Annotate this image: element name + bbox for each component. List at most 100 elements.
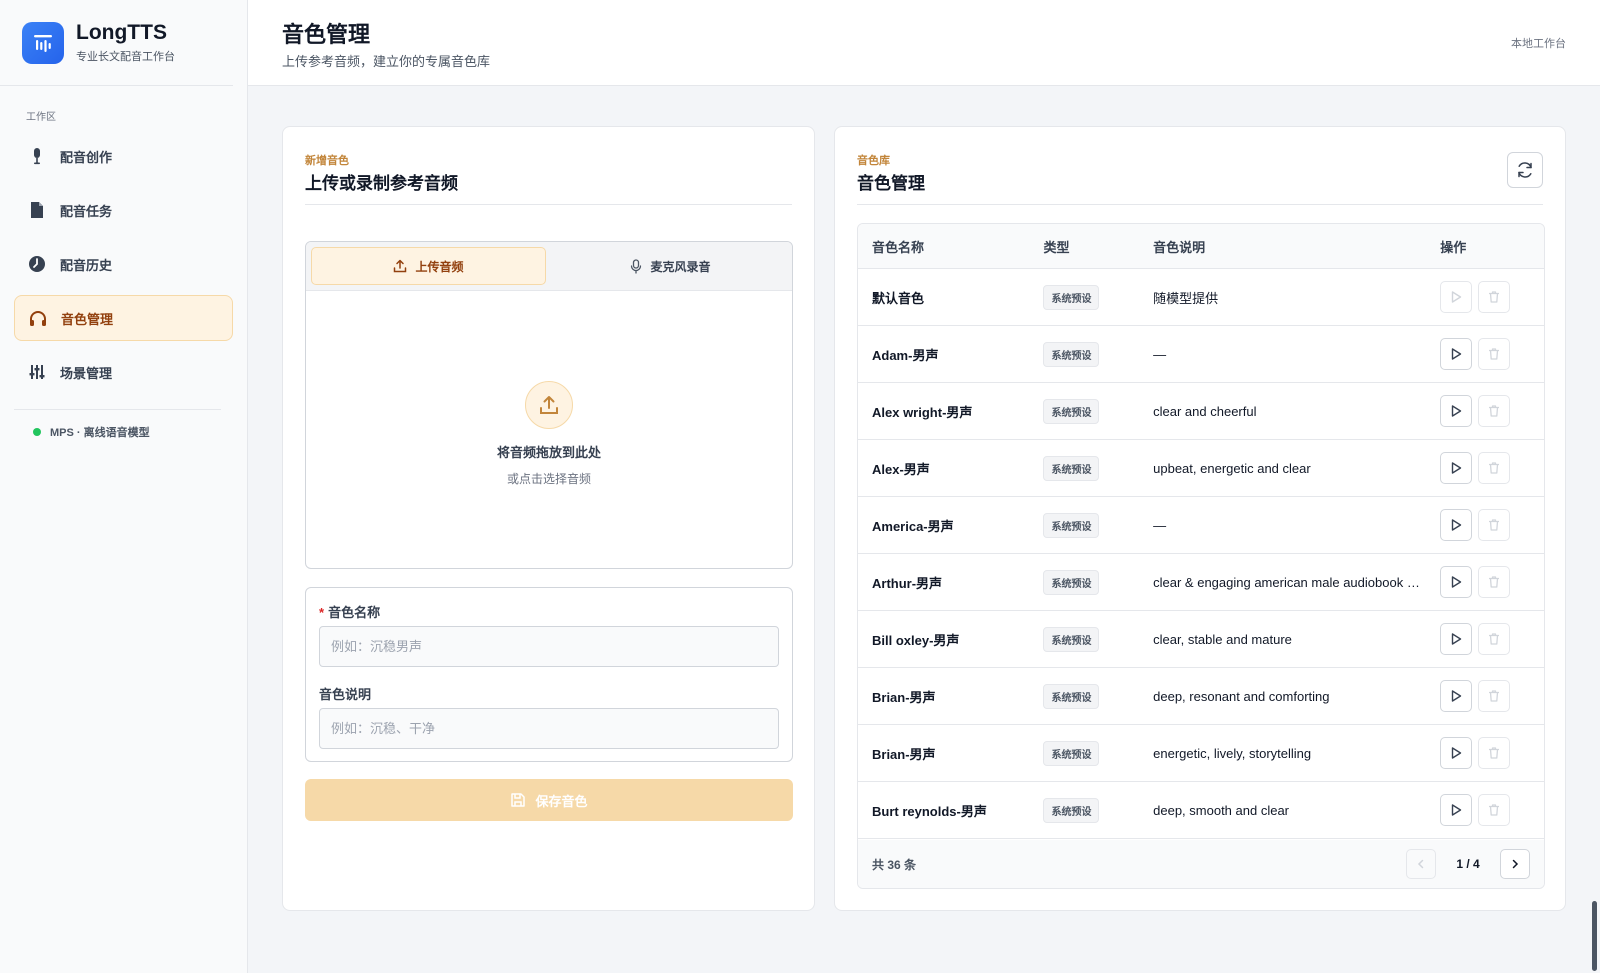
- page-scrollbar[interactable]: [1592, 901, 1597, 971]
- delete-button[interactable]: [1478, 566, 1511, 598]
- headphones-icon: [29, 309, 47, 327]
- delete-button[interactable]: [1478, 281, 1511, 313]
- voice-description: deep, smooth and clear: [1153, 802, 1290, 818]
- play-icon: [1452, 690, 1462, 702]
- play-button[interactable]: [1440, 680, 1473, 712]
- row-actions: [1440, 395, 1544, 427]
- sidebar: LongTTS 专业长文配音工作台 工作区 配音创作 配音任务 配音历史 音色管…: [0, 0, 248, 973]
- play-icon: [1452, 633, 1462, 645]
- refresh-button[interactable]: [1507, 152, 1543, 188]
- play-button[interactable]: [1440, 737, 1473, 769]
- play-button[interactable]: [1440, 452, 1473, 484]
- model-status: MPS · 离线语音模型: [33, 424, 247, 440]
- voice-desc-label: 音色说明: [319, 687, 372, 702]
- row-actions: [1440, 623, 1544, 655]
- tab-upload-audio[interactable]: 上传音频: [311, 247, 546, 285]
- model-status-text: MPS · 离线语音模型: [50, 427, 150, 439]
- table-row: Brian-男声 系统预设 energetic, lively, storytell…: [858, 725, 1544, 782]
- voice-name-input[interactable]: [319, 626, 779, 667]
- play-button[interactable]: [1440, 623, 1473, 655]
- voice-type: 系统预设: [1043, 626, 1153, 652]
- voice-description: clear, stable and mature: [1153, 631, 1292, 647]
- tab-microphone-record[interactable]: 麦克风录音: [554, 247, 787, 285]
- chevron-right-icon: [1512, 859, 1519, 869]
- sidebar-item-dubbing-tasks[interactable]: 配音任务: [14, 187, 233, 233]
- upload-icon: [394, 259, 407, 273]
- voice-description: —: [1153, 517, 1167, 533]
- delete-button[interactable]: [1478, 338, 1511, 370]
- play-button[interactable]: [1440, 281, 1473, 313]
- page-indicator: 1 / 4: [1456, 857, 1480, 871]
- sliders-icon: [28, 363, 46, 381]
- delete-button[interactable]: [1478, 395, 1511, 427]
- row-actions: [1440, 566, 1544, 598]
- voice-library-title: 音色管理: [857, 174, 925, 193]
- save-icon: [511, 793, 526, 807]
- new-voice-card: 新增音色 上传或录制参考音频 上传音频 麦克风录音 将音频拖放到此处 或点击选择…: [282, 126, 815, 911]
- sidebar-item-label: 场景管理: [60, 365, 113, 381]
- sidebar-item-scene-management[interactable]: 场景管理: [14, 349, 233, 395]
- trash-icon: [1489, 633, 1500, 645]
- table-row: Alex-男声 系统预设 upbeat, energetic and clear: [858, 440, 1544, 497]
- sidebar-item-dubbing-create[interactable]: 配音创作: [14, 133, 233, 179]
- row-actions: [1440, 281, 1544, 313]
- trash-icon: [1489, 804, 1500, 816]
- save-voice-button[interactable]: 保存音色: [305, 779, 793, 821]
- brand: LongTTS 专业长文配音工作台: [0, 0, 233, 86]
- next-page-button[interactable]: [1500, 849, 1530, 879]
- row-actions: [1440, 794, 1544, 826]
- required-mark: *: [319, 605, 325, 620]
- trash-icon: [1489, 462, 1500, 474]
- page-subtitle: 上传参考音频，建立你的专属音色库: [282, 54, 491, 69]
- voice-name: 默认音色: [872, 290, 925, 306]
- delete-button[interactable]: [1478, 737, 1511, 769]
- prev-page-button[interactable]: [1406, 849, 1436, 879]
- voice-library-card: 音色库 音色管理 音色名称 类型 音色说明 操作 默认音色 系统预设 随模型提供 Ad…: [834, 126, 1566, 911]
- voice-description: clear & engaging american male audiobook…: [1153, 574, 1441, 590]
- total-count: 共 36 条: [872, 857, 917, 872]
- play-icon: [1452, 519, 1462, 531]
- page-title: 音色管理: [282, 22, 371, 47]
- column-header-description: 音色说明: [1153, 239, 1206, 255]
- delete-button[interactable]: [1478, 680, 1511, 712]
- row-actions: [1440, 338, 1544, 370]
- table-row: America-男声 系统预设 —: [858, 497, 1544, 554]
- voice-name: Alex wright-男声: [872, 404, 973, 420]
- clock-icon: [28, 255, 46, 273]
- chevron-left-icon: [1417, 859, 1424, 869]
- play-button[interactable]: [1440, 509, 1473, 541]
- microphone-icon: [28, 147, 46, 165]
- divider: [305, 204, 792, 205]
- delete-button[interactable]: [1478, 623, 1511, 655]
- voice-name-label-text: 音色名称: [328, 605, 381, 620]
- voice-table: 音色名称 类型 音色说明 操作 默认音色 系统预设 随模型提供 Adam-男声 系统预设…: [857, 223, 1545, 889]
- play-icon: [1452, 462, 1462, 474]
- workspace-label: 本地工作台: [1511, 38, 1566, 50]
- play-button[interactable]: [1440, 338, 1473, 370]
- document-icon: [28, 201, 46, 219]
- type-badge: 系统预设: [1043, 512, 1100, 538]
- table-row: 默认音色 系统预设 随模型提供: [858, 269, 1544, 326]
- trash-icon: [1489, 405, 1500, 417]
- voice-type: 系统预设: [1043, 797, 1153, 823]
- voice-desc-input[interactable]: [319, 708, 779, 749]
- audio-source-panel: 上传音频 麦克风录音 将音频拖放到此处 或点击选择音频: [305, 241, 793, 569]
- brand-title: LongTTS: [76, 21, 167, 44]
- delete-button[interactable]: [1478, 452, 1511, 484]
- sidebar-item-voice-management[interactable]: 音色管理: [14, 295, 233, 341]
- delete-button[interactable]: [1478, 509, 1511, 541]
- sidebar-item-label: 音色管理: [61, 311, 114, 327]
- play-button[interactable]: [1440, 794, 1473, 826]
- sidebar-section-label: 工作区: [26, 112, 56, 123]
- column-header-type: 类型: [1043, 239, 1070, 255]
- voice-type: 系统预设: [1043, 455, 1153, 481]
- delete-button[interactable]: [1478, 794, 1511, 826]
- voice-description: energetic, lively, storytelling: [1153, 745, 1312, 761]
- play-button[interactable]: [1440, 566, 1473, 598]
- play-icon: [1452, 804, 1462, 816]
- audio-drop-zone[interactable]: 将音频拖放到此处 或点击选择音频: [306, 291, 792, 568]
- audio-source-tabs: 上传音频 麦克风录音: [306, 242, 792, 291]
- sidebar-item-dubbing-history[interactable]: 配音历史: [14, 241, 233, 287]
- tab-label: 麦克风录音: [650, 259, 711, 274]
- play-button[interactable]: [1440, 395, 1473, 427]
